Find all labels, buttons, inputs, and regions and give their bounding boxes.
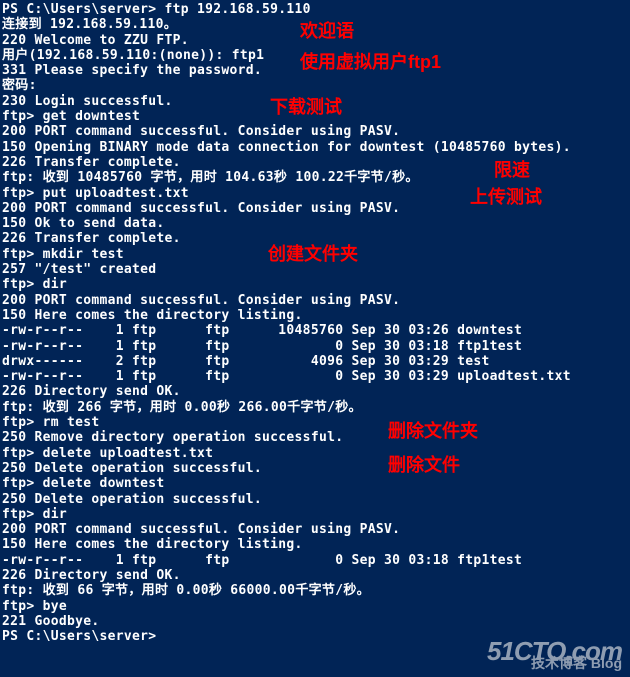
terminal-line: ftp> mkdir test [2,247,628,262]
terminal-line: -rw-r--r-- 1 ftp ftp 0 Sep 30 03:29 uplo… [2,369,628,384]
terminal-line: ftp> bye [2,599,628,614]
terminal-line: 用户(192.168.59.110:(none)): ftp1 [2,48,628,63]
terminal-line: ftp: 收到 10485760 字节，用时 104.63秒 100.22千字节… [2,170,628,185]
terminal-line: 331 Please specify the password. [2,63,628,78]
terminal-line: 200 PORT command successful. Consider us… [2,124,628,139]
terminal-line: 220 Welcome to ZZU FTP. [2,33,628,48]
terminal-line: drwx------ 2 ftp ftp 4096 Sep 30 03:29 t… [2,354,628,369]
terminal-line: 连接到 192.168.59.110。 [2,17,628,32]
terminal-line: 150 Here comes the directory listing. [2,537,628,552]
terminal-line: 200 PORT command successful. Consider us… [2,522,628,537]
terminal-line: 226 Directory send OK. [2,384,628,399]
terminal-line: ftp> delete uploadtest.txt [2,446,628,461]
watermark-sub: 技术博客 Blog [487,656,622,671]
terminal-line: 250 Delete operation successful. [2,492,628,507]
terminal-window[interactable]: PS C:\Users\server> ftp 192.168.59.110连接… [0,0,630,646]
terminal-line: 200 PORT command successful. Consider us… [2,201,628,216]
terminal-line: 226 Directory send OK. [2,568,628,583]
terminal-line: ftp> put uploadtest.txt [2,186,628,201]
terminal-line: ftp: 收到 66 字节，用时 0.00秒 66000.00千字节/秒。 [2,583,628,598]
terminal-line: ftp> delete downtest [2,476,628,491]
terminal-line: 250 Delete operation successful. [2,461,628,476]
terminal-line: ftp> dir [2,277,628,292]
terminal-line: ftp> get downtest [2,109,628,124]
terminal-line: -rw-r--r-- 1 ftp ftp 0 Sep 30 03:18 ftp1… [2,339,628,354]
terminal-line: 150 Opening BINARY mode data connection … [2,140,628,155]
terminal-line: 150 Here comes the directory listing. [2,308,628,323]
terminal-line: ftp> rm test [2,415,628,430]
terminal-line: 250 Remove directory operation successfu… [2,430,628,445]
terminal-line: ftp: 收到 266 字节，用时 0.00秒 266.00千字节/秒。 [2,400,628,415]
terminal-line: PS C:\Users\server> [2,629,628,644]
watermark-url: 51CTO.com [487,644,622,659]
terminal-line: 226 Transfer complete. [2,231,628,246]
terminal-line: 150 Ok to send data. [2,216,628,231]
terminal-line: -rw-r--r-- 1 ftp ftp 10485760 Sep 30 03:… [2,323,628,338]
terminal-line: PS C:\Users\server> ftp 192.168.59.110 [2,2,628,17]
terminal-line: 257 "/test" created [2,262,628,277]
terminal-line: 221 Goodbye. [2,614,628,629]
terminal-line: 密码: [2,78,628,93]
terminal-line: 226 Transfer complete. [2,155,628,170]
terminal-line: 200 PORT command successful. Consider us… [2,293,628,308]
terminal-line: ftp> dir [2,507,628,522]
terminal-line: -rw-r--r-- 1 ftp ftp 0 Sep 30 03:18 ftp1… [2,553,628,568]
terminal-line: 230 Login successful. [2,94,628,109]
watermark: 51CTO.com 技术博客 Blog [487,644,622,671]
